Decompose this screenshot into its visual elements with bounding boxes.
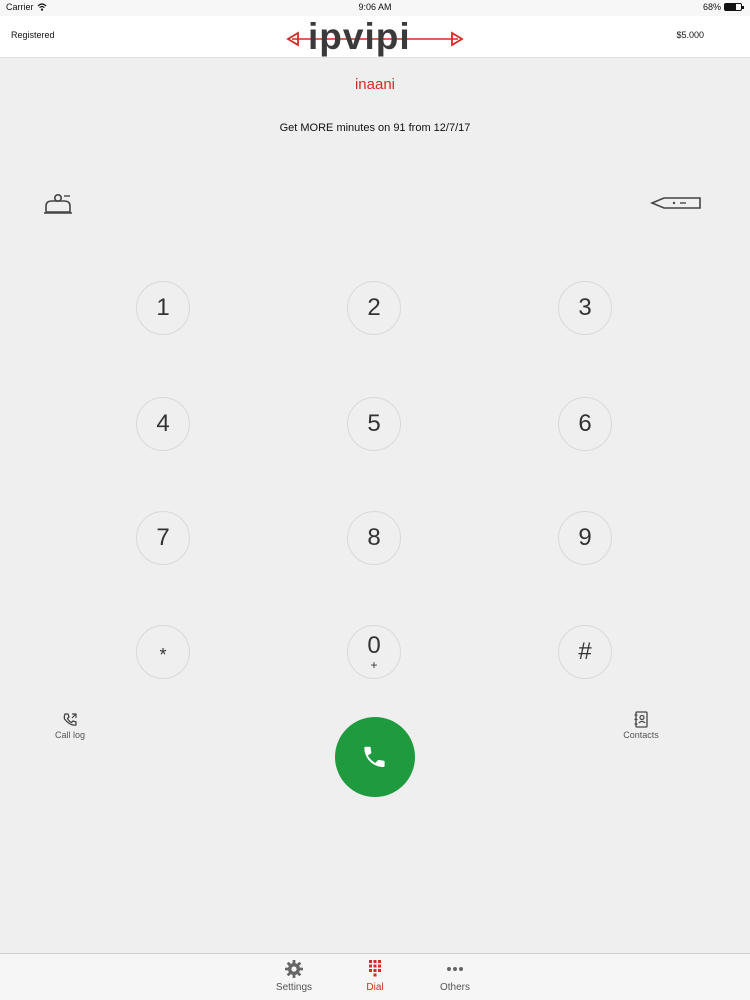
more-icon <box>447 967 463 971</box>
key-digit: 4 <box>156 410 170 437</box>
call-log-button[interactable]: Call log <box>50 712 90 740</box>
call-log-label: Call log <box>54 730 85 740</box>
account-balance: $5.000 <box>676 30 704 40</box>
key-8[interactable]: 8 <box>347 511 401 565</box>
promo-message: Get MORE minutes on 91 from 12/7/17 <box>279 122 471 134</box>
battery-percent: 68% <box>702 2 721 12</box>
tab-dial[interactable]: Dial <box>340 959 410 993</box>
add-contact-icon[interactable] <box>42 192 74 216</box>
key-digit: 9 <box>578 524 592 551</box>
key-9[interactable]: 9 <box>558 511 612 565</box>
contacts-label: Contacts <box>623 730 659 740</box>
tab-label: Others <box>439 982 470 993</box>
key-3[interactable]: 3 <box>558 281 612 335</box>
key-star[interactable]: * <box>136 625 190 679</box>
app-header: Registered ipvipi $5.000 <box>0 16 750 58</box>
key-4[interactable]: 4 <box>136 397 190 451</box>
dialpad-icon <box>369 960 381 977</box>
key-hash[interactable]: # <box>558 625 612 679</box>
battery-icon <box>724 3 744 11</box>
tab-settings[interactable]: Settings <box>259 959 329 993</box>
tab-label: Settings <box>275 982 313 993</box>
username: inaani <box>354 76 396 93</box>
tab-label: Dial <box>366 982 384 993</box>
bottom-tab-bar: Settings Dial Others <box>0 953 750 1000</box>
backspace-icon[interactable] <box>649 194 704 212</box>
key-0[interactable]: 0 + <box>347 625 401 679</box>
key-6[interactable]: 6 <box>558 397 612 451</box>
key-digit: 0 <box>367 631 381 659</box>
registration-status: Registered <box>11 30 55 40</box>
key-digit: 6 <box>578 410 592 437</box>
call-log-icon <box>63 713 77 726</box>
brand-name: ipvipi <box>308 16 411 57</box>
key-digit: 5 <box>367 410 381 437</box>
status-time: 9:06 AM <box>358 2 392 12</box>
key-2[interactable]: 2 <box>347 281 401 335</box>
status-bar: Carrier 9:06 AM 68% <box>0 0 750 16</box>
key-digit: 3 <box>578 294 592 321</box>
battery-status: 68% <box>702 2 744 12</box>
key-digit: 7 <box>156 524 170 551</box>
key-digit: # <box>578 638 592 665</box>
call-button[interactable] <box>335 717 415 797</box>
key-digit: 1 <box>156 294 170 321</box>
gear-icon <box>285 960 303 978</box>
key-digit: 2 <box>367 294 381 321</box>
contacts-button[interactable]: Contacts <box>620 711 662 740</box>
key-digit: 8 <box>367 524 381 551</box>
phone-icon <box>364 746 385 767</box>
key-7[interactable]: 7 <box>136 511 190 565</box>
key-digit: * <box>159 645 167 665</box>
contacts-icon <box>634 711 648 728</box>
key-1[interactable]: 1 <box>136 281 190 335</box>
key-5[interactable]: 5 <box>347 397 401 451</box>
ipvipi-logo: ipvipi <box>286 16 464 57</box>
key-subtext: + <box>370 657 378 672</box>
tab-others[interactable]: Others <box>420 959 490 993</box>
